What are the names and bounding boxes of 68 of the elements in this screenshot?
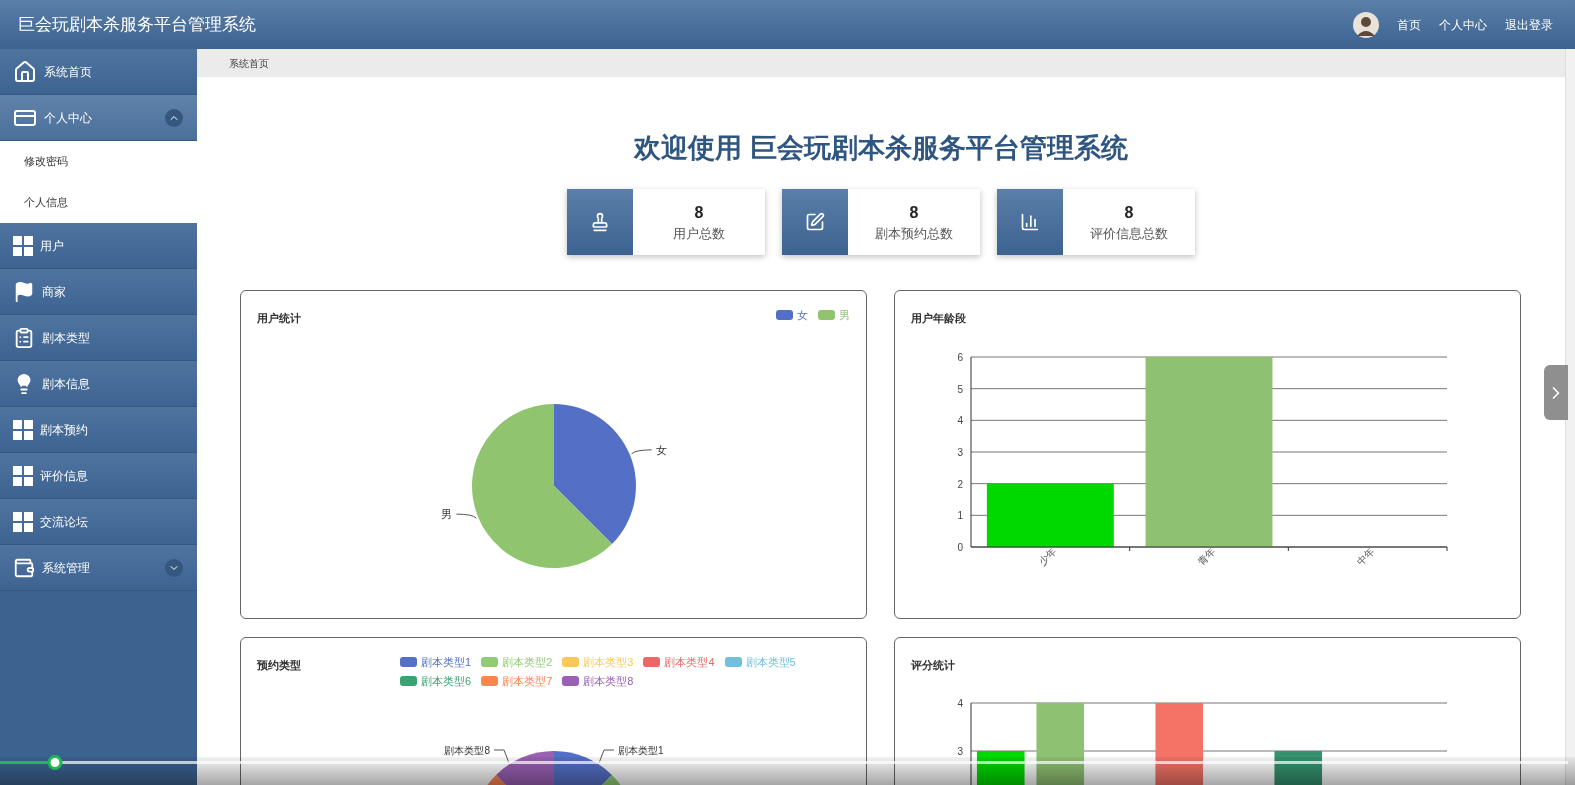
category-label: 青年 (1195, 545, 1218, 568)
flag-icon (13, 280, 35, 303)
category-label: 少年 (1036, 545, 1059, 568)
submenu-item[interactable]: 个人信息 (0, 182, 197, 223)
axis-tick-label: 5 (957, 383, 963, 395)
category-label: 中年 (1354, 545, 1377, 568)
slice-label: 剧本类型8 (444, 745, 490, 756)
leader-line (631, 449, 653, 455)
legend-label[interactable]: 剧本类型8 (583, 672, 634, 689)
chart-title: 用户统计 (257, 311, 301, 326)
slice-label: 男 (441, 508, 453, 521)
axis-tick-label: 4 (957, 698, 963, 709)
axis-tick-label: 3 (957, 447, 963, 458)
welcome-heading: 欢迎使用 巨会玩剧本杀服务平台管理系统 (632, 132, 1129, 165)
nav-link[interactable]: 首页 (1397, 15, 1421, 34)
stat-label: 剧本预约总数 (875, 226, 953, 240)
stat-label: 用户总数 (673, 226, 725, 240)
chart-title: 评分统计 (911, 658, 955, 673)
axis-tick-label: 4 (957, 415, 963, 427)
home-icon (13, 59, 37, 84)
grid-icon (13, 235, 33, 256)
stat-value: 8 (909, 204, 919, 221)
app-title: 巨会玩剧本杀服务平台管理系统 (18, 13, 256, 36)
stamp-icon (590, 212, 610, 232)
nav-link[interactable]: 个人中心 (1439, 15, 1487, 34)
chart-title: 用户年龄段 (911, 311, 966, 326)
side-drawer-toggle[interactable] (1544, 365, 1568, 420)
stat-value: 8 (1124, 204, 1134, 221)
menu-item[interactable]: 剧本预约 (0, 407, 197, 453)
slice-label: 女 (655, 443, 667, 456)
axis-tick-label: 3 (957, 746, 963, 757)
avatar[interactable] (1353, 11, 1379, 38)
collapse-icon[interactable] (165, 108, 183, 127)
stat-label: 评价信息总数 (1090, 226, 1168, 240)
legend-label[interactable]: 剧本类型6 (421, 672, 472, 689)
axis-tick-label: 2 (957, 478, 963, 490)
menu-item[interactable]: 剧本类型 (0, 315, 197, 361)
expand-icon[interactable] (165, 558, 183, 577)
grid-icon (13, 465, 33, 486)
video-progress-track[interactable] (0, 761, 1568, 764)
bar-chart-icon (1020, 212, 1040, 232)
grid-icon (13, 419, 33, 440)
nav-link[interactable]: 退出登录 (1505, 15, 1553, 34)
clipboard-icon (13, 326, 35, 349)
breadcrumb-link[interactable]: 系统首页 (229, 55, 269, 71)
menu-item[interactable]: 商家 (0, 269, 197, 315)
leader-line (455, 513, 477, 519)
chart-title: 预约类型 (257, 658, 301, 673)
legend-label[interactable]: 女 (797, 307, 808, 324)
menu-item[interactable]: 用户 (0, 223, 197, 269)
submenu-item[interactable]: 修改密码 (0, 141, 197, 182)
menu-item[interactable]: 剧本信息 (0, 361, 197, 407)
axis-tick-label: 1 (957, 510, 963, 522)
axis-tick-label: 0 (957, 542, 963, 553)
menu-item[interactable]: 交流论坛 (0, 499, 197, 545)
menu-item[interactable]: 评价信息 (0, 453, 197, 499)
menu-item[interactable]: 个人中心 (0, 95, 197, 141)
slice-label: 剧本类型1 (618, 745, 664, 756)
stat-value: 8 (694, 204, 704, 221)
wallet-icon (13, 556, 35, 579)
legend-label[interactable]: 剧本类型7 (502, 672, 553, 689)
menu-item[interactable]: 系统首页 (0, 49, 197, 95)
menu-item[interactable]: 系统管理 (0, 545, 197, 591)
edit-icon (805, 212, 825, 232)
grid-icon (13, 511, 33, 532)
legend-label[interactable]: 剧本类型1 (421, 654, 472, 671)
legend-label[interactable]: 剧本类型4 (664, 654, 715, 671)
axis-tick-label: 6 (957, 352, 963, 363)
